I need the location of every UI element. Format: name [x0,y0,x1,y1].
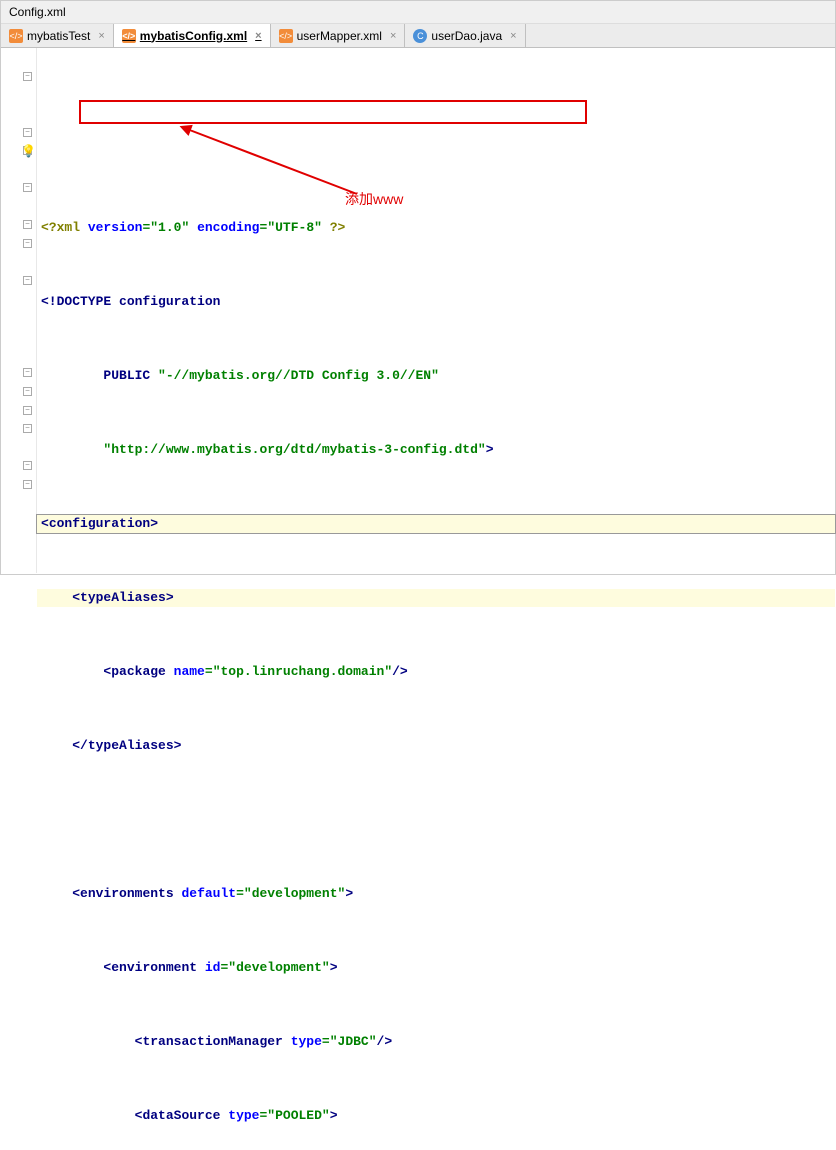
xml-icon: </> [279,29,293,43]
code-line: <environments default="development"> [37,885,835,904]
code-editor[interactable]: 添加www <?xml version="1.0" encoding="UTF-… [37,48,835,573]
code-line: <transactionManager type="JDBC"/> [37,1033,835,1052]
fold-icon[interactable]: − [23,424,32,433]
fold-icon[interactable]: − [23,368,32,377]
xml-icon: </> [9,29,23,43]
editor-tab-bar: </> mybatisTest × </> mybatisConfig.xml … [1,24,835,48]
fold-icon[interactable]: − [23,183,32,192]
tab-label: mybatisTest [27,29,90,43]
close-icon[interactable]: × [255,30,261,42]
code-line: <dataSource type="POOLED"> [37,1107,835,1126]
fold-icon[interactable]: − [23,276,32,285]
code-line: <?xml version="1.0" encoding="UTF-8" ?> [37,219,835,238]
fold-icon[interactable]: − [23,387,32,396]
fold-icon[interactable]: − [23,406,32,415]
code-line: "http://www.mybatis.org/dtd/mybatis-3-co… [37,441,835,460]
fold-icon[interactable]: − [23,239,32,248]
tab-mybatisTest[interactable]: </> mybatisTest × [1,24,114,47]
code-line: <typeAliases> [37,589,835,608]
tab-mybatisConfig[interactable]: </> mybatisConfig.xml × [114,24,271,47]
lightbulb-icon[interactable]: 💡 [21,144,36,159]
annotation-box [79,100,587,124]
fold-icon[interactable]: − [23,480,32,489]
code-line: <environment id="development"> [37,959,835,978]
tab-userDao[interactable]: C userDao.java × [405,24,525,47]
editor-gutter: − − − 💡 − − − − − − − − − − [1,48,37,573]
fold-icon[interactable]: − [23,72,32,81]
window-title: Config.xml [9,5,66,19]
code-line: </typeAliases> [37,737,835,756]
annotation-label: 添加www [345,190,403,209]
window-title-bar: Config.xml [1,1,835,24]
fold-icon[interactable]: − [23,128,32,137]
tab-label: userMapper.xml [297,29,382,43]
tab-userMapper[interactable]: </> userMapper.xml × [271,24,406,47]
close-icon[interactable]: × [390,30,396,42]
xml-icon: </> [122,29,136,43]
code-line: <!DOCTYPE configuration [37,293,835,312]
tab-label: mybatisConfig.xml [140,29,247,43]
code-line [37,811,835,830]
fold-icon[interactable]: − [23,461,32,470]
fold-icon[interactable]: − [23,220,32,229]
code-line: PUBLIC "-//mybatis.org//DTD Config 3.0//… [37,367,835,386]
code-line: <package name="top.linruchang.domain"/> [37,663,835,682]
close-icon[interactable]: × [510,30,516,42]
code-line: <configuration> [37,515,835,534]
editor-area: − − − 💡 − − − − − − − − − − 添加www <?xml … [1,48,835,573]
tab-label: userDao.java [431,29,502,43]
close-icon[interactable]: × [98,30,104,42]
java-icon: C [413,29,427,43]
